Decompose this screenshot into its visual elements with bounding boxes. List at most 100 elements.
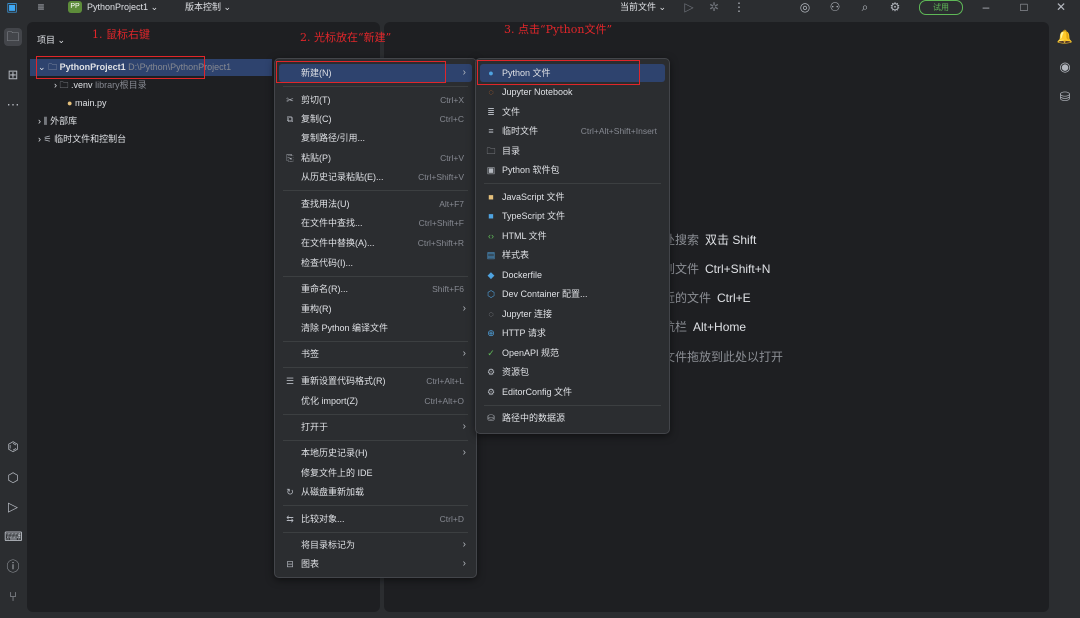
pycharm-logo-icon: ▣ — [6, 0, 18, 14]
menu-item-local-history[interactable]: 本地历史记录(H) › — [279, 444, 472, 462]
menu-item-rename[interactable]: 重命名(R)... Shift+F6 — [279, 280, 472, 298]
submenu-item-http-request[interactable]: ⊕ HTTP 请求 — [480, 324, 665, 342]
add-user-icon[interactable]: ⚇ — [827, 0, 843, 14]
tree-item-venv[interactable]: › 🗀 .venv library根目录 — [54, 77, 147, 93]
menu-shortcut: Ctrl+D — [439, 514, 464, 524]
tree-item-scratches[interactable]: › ⚟ 临时文件和控制台 — [38, 131, 126, 147]
menu-shortcut: Ctrl+V — [440, 153, 464, 163]
submenu-item-openapi[interactable]: ✓ OpenAPI 规范 — [480, 344, 665, 362]
git-icon[interactable]: ⑂ — [4, 588, 22, 606]
project-selector[interactable]: PythonProject1 ⌄ — [87, 0, 158, 16]
database-icon[interactable]: ⛁ — [1056, 88, 1074, 106]
tree-item-main-py[interactable]: ● main.py — [67, 95, 106, 111]
menu-separator — [283, 86, 468, 87]
menu-label: OpenAPI 规范 — [502, 348, 560, 358]
menu-item-find-in-files[interactable]: 在文件中查找... Ctrl+Shift+F — [279, 214, 472, 232]
project-folder-icon[interactable]: 🗀 — [4, 28, 22, 46]
hint-drop-files: 文件拖放到此处以打开 — [663, 348, 783, 365]
menu-label: 文件 — [502, 107, 521, 117]
menu-item-find-usages[interactable]: 查找用法(U) Alt+F7 — [279, 195, 472, 213]
menu-separator — [283, 276, 468, 277]
chevron-right-icon: › — [462, 67, 466, 78]
menu-shortcut: Ctrl+Alt+Shift+Insert — [580, 126, 657, 136]
notifications-icon[interactable]: 🔔 — [1056, 28, 1074, 46]
main-menu-icon[interactable]: ≡ — [33, 0, 49, 14]
menu-item-paste[interactable]: ⎘ 粘贴(P) Ctrl+V — [279, 149, 472, 167]
resource-bundle-icon: ⚙ — [486, 367, 496, 377]
submenu-item-directory[interactable]: 🗀 目录 — [480, 142, 665, 160]
menu-item-compare[interactable]: ⇆ 比较对象... Ctrl+D — [279, 510, 472, 528]
more-tools-icon[interactable]: ⋯ — [4, 96, 22, 114]
submenu-item-resource-bundle[interactable]: ⚙ 资源包 — [480, 363, 665, 381]
menu-shortcut: Ctrl+Shift+V — [418, 172, 464, 182]
menu-item-mark-directory[interactable]: 将目录标记为 › — [279, 536, 472, 554]
menu-separator — [484, 183, 661, 184]
submenu-item-file[interactable]: ≣ 文件 — [480, 103, 665, 121]
menu-item-reload-from-disk[interactable]: ↻ 从磁盘重新加载 — [279, 483, 472, 501]
menu-label: 比较对象... — [301, 514, 345, 524]
submenu-item-stylesheet[interactable]: ▤ 样式表 — [480, 246, 665, 264]
submenu-item-scratch-file[interactable]: ≡ 临时文件 Ctrl+Alt+Shift+Insert — [480, 122, 665, 140]
html-icon: ‹› — [488, 231, 494, 241]
menu-item-reformat[interactable]: ☰ 重新设置代码格式(R) Ctrl+Alt+L — [279, 372, 472, 390]
submenu-item-dockerfile[interactable]: ◆ Dockerfile — [480, 266, 665, 284]
menu-item-cut[interactable]: ✂ 剪切(T) Ctrl+X — [279, 91, 472, 109]
submenu-item-jupyter-connection[interactable]: ◌ Jupyter 连接 — [480, 305, 665, 323]
http-globe-icon: ⊕ — [487, 328, 495, 338]
ai-assistant-icon[interactable]: ◎ — [797, 0, 813, 14]
menu-item-open-in[interactable]: 打开于 › — [279, 418, 472, 436]
run-config-selector[interactable]: 当前文件 ⌄ — [620, 0, 666, 16]
submenu-item-javascript[interactable]: ■ JavaScript 文件 — [480, 188, 665, 206]
external-libs-label: 外部库 — [50, 116, 78, 126]
menu-item-diagrams[interactable]: ⊟ 图表 › — [279, 555, 472, 573]
more-icon[interactable]: ⋮ — [731, 0, 747, 14]
vcs-menu[interactable]: 版本控制 ⌄ — [185, 0, 231, 16]
submenu-item-dev-container[interactable]: ⬡ Dev Container 配置... — [480, 285, 665, 303]
menu-item-refactor[interactable]: 重构(R) › — [279, 300, 472, 318]
menu-item-paste-history[interactable]: 从历史记录粘贴(E)... Ctrl+Shift+V — [279, 168, 472, 186]
menu-item-copy-path[interactable]: 复制路径/引用... — [279, 129, 472, 147]
project-panel-header[interactable]: 项目 ⌄ — [37, 32, 65, 48]
minimize-icon[interactable]: – — [978, 0, 994, 14]
folder-icon: 🗀 — [59, 80, 69, 90]
trial-button[interactable]: 试用 — [919, 0, 963, 15]
submenu-item-typescript[interactable]: ■ TypeScript 文件 — [480, 207, 665, 225]
menu-item-clean-python[interactable]: 清除 Python 编译文件 — [279, 319, 472, 337]
settings-gear-icon[interactable]: ⚙ — [887, 0, 903, 14]
submenu-item-python-package[interactable]: ▣ Python 软件包 — [480, 161, 665, 179]
menu-item-replace-in-files[interactable]: 在文件中替换(A)... Ctrl+Shift+R — [279, 234, 472, 252]
run-tool-icon[interactable]: ▷ — [4, 498, 22, 516]
services-icon[interactable]: ⬡ — [4, 469, 22, 487]
menu-label: 从历史记录粘贴(E)... — [301, 172, 384, 182]
ai-chat-icon[interactable]: ◉ — [1056, 58, 1074, 76]
submenu-item-jupyter-notebook[interactable]: ◌ Jupyter Notebook — [480, 83, 665, 101]
chevron-down-icon: ⌄ — [57, 35, 66, 45]
submenu-item-editorconfig[interactable]: ⚙ EditorConfig 文件 — [480, 383, 665, 401]
menu-label: 在文件中查找... — [301, 218, 363, 228]
terminal-icon[interactable]: ⌨ — [4, 528, 23, 546]
menu-item-copy[interactable]: ⧉ 复制(C) Ctrl+C — [279, 110, 472, 128]
menu-item-inspect-code[interactable]: 检查代码(I)... — [279, 254, 472, 272]
chevron-down-icon: ⌄ — [223, 2, 232, 12]
submenu-item-datasource[interactable]: ⛁ 路径中的数据源 — [480, 409, 665, 427]
debug-icon[interactable]: ✲ — [706, 0, 722, 14]
menu-item-bookmarks[interactable]: 书签 › — [279, 345, 472, 363]
annotation-box-right-click — [36, 56, 205, 79]
menu-item-optimize-imports[interactable]: 优化 import(Z) Ctrl+Alt+O — [279, 392, 472, 410]
jupyter-icon: ◌ — [488, 87, 494, 97]
problems-icon[interactable]: ⓘ — [4, 558, 22, 576]
menu-label: 重新设置代码格式(R) — [301, 376, 386, 386]
close-icon[interactable]: ✕ — [1053, 0, 1069, 14]
search-icon[interactable]: ⌕ — [857, 0, 873, 14]
python-packages-icon[interactable]: ⌬ — [4, 438, 22, 456]
menu-item-repair-ide[interactable]: 修复文件上的 IDE — [279, 464, 472, 482]
tree-item-external-libs[interactable]: › ⫼ 外部库 — [38, 113, 77, 129]
chevron-right-icon: › — [54, 80, 57, 90]
maximize-icon[interactable]: □ — [1016, 0, 1032, 14]
menu-shortcut: Ctrl+Alt+O — [424, 396, 464, 406]
menu-label: 目录 — [502, 146, 521, 156]
structure-icon[interactable]: ⊞ — [4, 66, 22, 84]
run-icon[interactable]: ▷ — [681, 0, 697, 14]
menu-label: 重构(R) — [301, 304, 332, 314]
submenu-item-html[interactable]: ‹› HTML 文件 — [480, 227, 665, 245]
